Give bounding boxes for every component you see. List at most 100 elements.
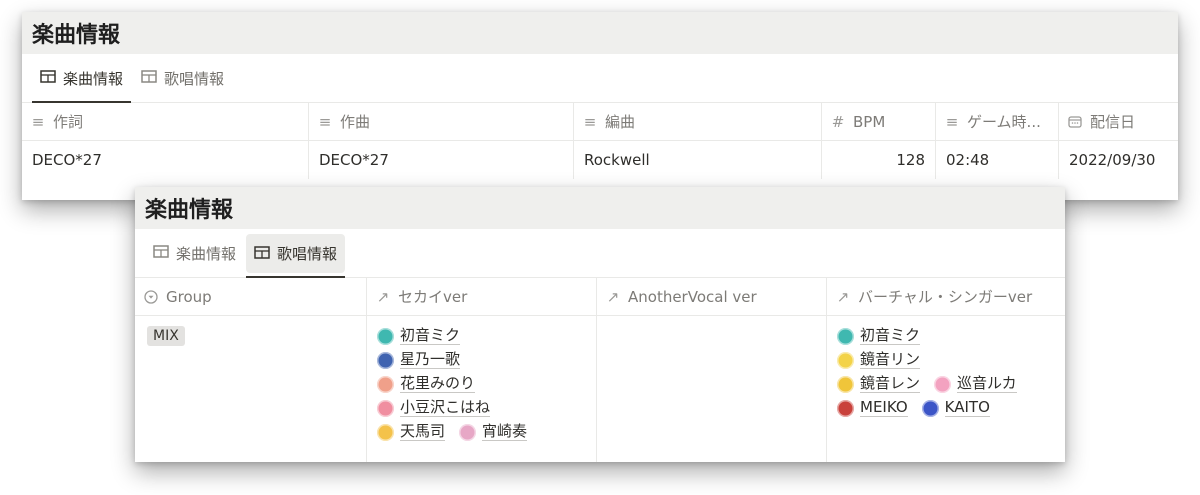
singer-name: 鏡音レン	[860, 374, 921, 393]
cell-composer[interactable]: DECO*27	[309, 141, 573, 179]
view-tabs: 楽曲情報 歌唱情報	[22, 54, 1178, 103]
singer-line: 初音ミク	[837, 324, 1055, 348]
column-virtual-singer-ver: ↗ バーチャル・シンガーver 初音ミク鏡音リン鏡音レン 巡音ルカ MEIKO KAI…	[827, 278, 1065, 462]
singer-line: 鏡音レン 巡音ルカ	[837, 372, 1055, 396]
singer-name: 宵崎奏	[482, 422, 528, 441]
singer-name: 鏡音リン	[860, 350, 921, 369]
column-header-sekai-ver[interactable]: ↗ セカイver	[367, 278, 596, 316]
sekai-singer-list: 初音ミク星乃一歌花里みのり小豆沢こはね 天馬司 宵崎奏	[367, 316, 596, 452]
singer-name: 巡音ルカ	[957, 374, 1017, 393]
calendar-icon	[1067, 115, 1083, 128]
column-header-composer[interactable]: ≡ 作曲	[309, 103, 573, 141]
tab-song-info[interactable]: 楽曲情報	[32, 54, 132, 103]
singer-chip[interactable]: 小豆沢こはね	[377, 398, 491, 417]
column-header-lyrics[interactable]: ≡ 作詞	[22, 103, 308, 141]
column-game-time: ≡ ゲーム時... 02:48	[936, 103, 1059, 179]
tab-song-info[interactable]: 楽曲情報	[145, 229, 244, 277]
singer-chip[interactable]: 初音ミク	[837, 326, 921, 345]
singer-chip[interactable]: KAITO	[921, 398, 990, 417]
column-header-bpm[interactable]: # BPM	[822, 103, 935, 141]
singer-line: 花里みのり	[377, 372, 586, 396]
text-lines-icon: ≡	[945, 112, 959, 131]
singer-name: KAITO	[944, 398, 990, 417]
avatar-icon	[837, 351, 854, 369]
singer-name: 初音ミク	[860, 326, 921, 345]
singer-line: 鏡音リン	[837, 348, 1055, 372]
singer-chip[interactable]: 鏡音レン	[837, 374, 921, 393]
column-header-release-date[interactable]: 配信日	[1059, 103, 1178, 141]
singer-line: 天馬司 宵崎奏	[377, 420, 586, 444]
virtual-singer-list: 初音ミク鏡音リン鏡音レン 巡音ルカ MEIKO KAITO	[827, 316, 1065, 428]
avatar-icon	[377, 399, 394, 417]
singer-name: 花里みのり	[400, 374, 476, 393]
singer-chip[interactable]: MEIKO	[837, 399, 908, 417]
table-icon	[40, 69, 56, 87]
column-another-vocal-ver: ↗ AnotherVocal ver	[597, 278, 827, 462]
cell-lyrics[interactable]: DECO*27	[22, 141, 308, 179]
singer-line: 星乃一歌	[377, 348, 586, 372]
text-lines-icon: ≡	[31, 112, 45, 131]
singer-chip[interactable]: 星乃一歌	[377, 350, 461, 369]
singer-name: 星乃一歌	[400, 350, 461, 369]
singer-table: Group MIX ↗ セカイver 初音ミク 星乃一歌 花里みのり 小豆沢こはね 天馬…	[135, 278, 1065, 462]
singer-chip[interactable]: 鏡音リン	[837, 350, 921, 369]
tab-singer-info[interactable]: 歌唱情報	[133, 54, 232, 102]
song-info-window-top: 楽曲情報 楽曲情報 歌唱情報 ≡ 作詞 DECO*27 ≡ 作曲 DECO*27…	[22, 12, 1178, 200]
avatar-icon	[377, 423, 394, 441]
cell-bpm[interactable]: 128	[822, 141, 935, 179]
cell-game-time[interactable]: 02:48	[936, 141, 1058, 179]
avatar-icon	[459, 423, 477, 441]
column-lyrics: ≡ 作詞 DECO*27	[22, 103, 309, 179]
avatar-icon	[837, 327, 854, 345]
singer-line: MEIKO KAITO	[837, 396, 1055, 420]
singer-name: 初音ミク	[400, 326, 461, 345]
tab-label: 歌唱情報	[164, 69, 225, 88]
cell-release-date[interactable]: 2022/09/30	[1059, 141, 1178, 179]
table-icon	[141, 69, 157, 87]
singer-line: 初音ミク	[377, 324, 586, 348]
group-badge[interactable]: MIX	[147, 326, 185, 346]
table-icon	[153, 244, 169, 262]
avatar-icon	[377, 375, 394, 393]
singer-name: 天馬司	[400, 422, 446, 441]
singer-name: 小豆沢こはね	[400, 398, 491, 417]
column-group: Group MIX	[135, 278, 367, 462]
table-icon	[254, 245, 270, 263]
avatar-icon	[837, 375, 854, 393]
column-sekai-ver: ↗ セカイver 初音ミク星乃一歌花里みのり小豆沢こはね 天馬司 宵崎奏	[367, 278, 597, 462]
column-header-group[interactable]: Group	[135, 278, 366, 316]
avatar-icon	[934, 375, 952, 393]
hash-icon: #	[831, 112, 845, 131]
column-composer: ≡ 作曲 DECO*27	[309, 103, 574, 179]
column-release-date: 配信日 2022/09/30	[1059, 103, 1178, 179]
page-title: 楽曲情報	[135, 187, 1065, 229]
tab-label: 楽曲情報	[176, 244, 237, 263]
another-vocal-cell[interactable]	[597, 316, 826, 332]
song-table: ≡ 作詞 DECO*27 ≡ 作曲 DECO*27 ≡ 編曲 Rockwell …	[22, 103, 1178, 179]
singer-chip[interactable]: 巡音ルカ	[934, 375, 1017, 393]
column-bpm: # BPM 128	[822, 103, 936, 179]
singer-chip[interactable]: 天馬司	[377, 422, 446, 441]
column-header-arranger[interactable]: ≡ 編曲	[574, 103, 821, 141]
relation-arrow-icon: ↗	[606, 287, 620, 306]
relation-arrow-icon: ↗	[836, 287, 850, 306]
singer-chip[interactable]: 宵崎奏	[459, 422, 528, 441]
singer-chip[interactable]: 初音ミク	[377, 326, 461, 345]
avatar-icon	[377, 351, 394, 369]
song-info-window-bottom: 楽曲情報 楽曲情報 歌唱情報 Group MIX ↗ セカイver 初音ミク 星…	[135, 187, 1065, 462]
avatar-icon	[837, 399, 854, 417]
singer-chip[interactable]: 花里みのり	[377, 374, 476, 393]
tab-label: 楽曲情報	[63, 69, 124, 88]
column-header-virtual-singer-ver[interactable]: ↗ バーチャル・シンガーver	[827, 278, 1065, 316]
select-icon	[143, 289, 159, 304]
text-lines-icon: ≡	[318, 112, 332, 131]
avatar-icon	[377, 327, 394, 345]
relation-arrow-icon: ↗	[376, 287, 390, 306]
column-header-another-vocal-ver[interactable]: ↗ AnotherVocal ver	[597, 278, 826, 316]
avatar-icon	[921, 399, 939, 417]
cell-arranger[interactable]: Rockwell	[574, 141, 821, 179]
column-header-game-time[interactable]: ≡ ゲーム時...	[936, 103, 1058, 141]
tab-singer-info[interactable]: 歌唱情報	[246, 234, 346, 278]
singer-name: MEIKO	[860, 398, 908, 417]
tab-label: 歌唱情報	[277, 245, 338, 263]
